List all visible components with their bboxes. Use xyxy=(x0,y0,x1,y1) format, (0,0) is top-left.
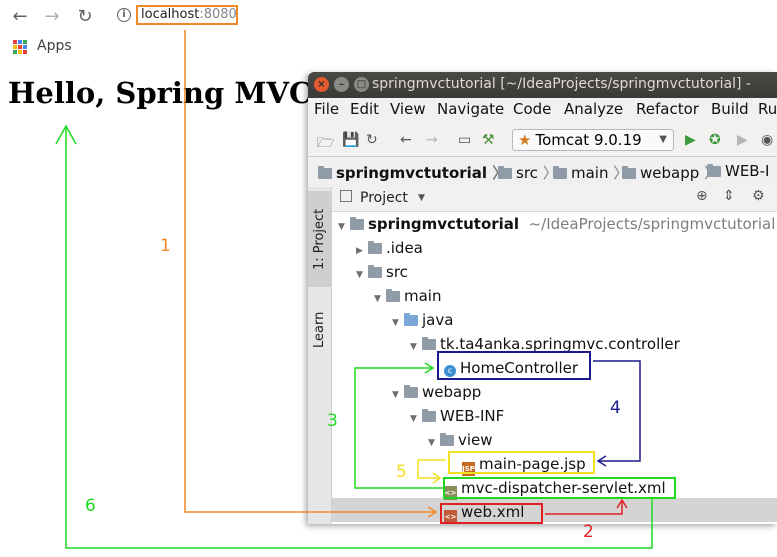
annotation-number-1: 1 xyxy=(160,236,171,256)
annotation-number-5: 5 xyxy=(396,462,407,482)
annotation-number-3: 3 xyxy=(327,411,338,431)
annotation-number-4: 4 xyxy=(610,398,621,418)
annotation-number-2: 2 xyxy=(583,522,594,542)
annotation-number-6: 6 xyxy=(85,496,96,516)
annotation-arrows xyxy=(55,30,653,549)
